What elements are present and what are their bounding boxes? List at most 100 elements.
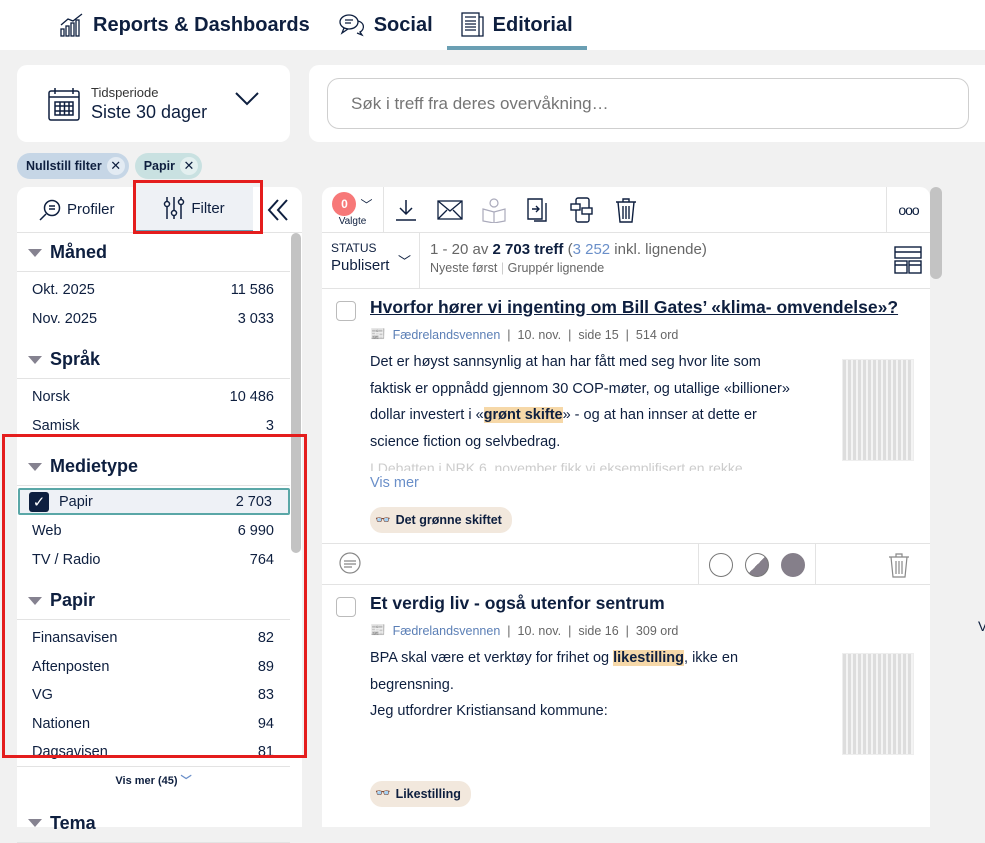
caret-down-icon bbox=[28, 355, 42, 364]
close-icon[interactable]: ✕ bbox=[106, 157, 125, 175]
article-source[interactable]: Fædrelandsvennen bbox=[393, 328, 501, 342]
section-medietype[interactable]: Medietype bbox=[17, 448, 290, 486]
reset-filter-chip[interactable]: Nullstill filter ✕ bbox=[17, 153, 129, 179]
reader-button[interactable] bbox=[472, 197, 516, 223]
sort-link[interactable]: Nyeste først bbox=[430, 261, 497, 275]
section-maned[interactable]: Måned bbox=[17, 234, 290, 272]
search-input[interactable] bbox=[327, 78, 969, 129]
row-count: 94 bbox=[257, 715, 274, 732]
active-filters: Nullstill filter ✕ Papir ✕ bbox=[17, 153, 202, 179]
filter-row[interactable]: Okt. 2025 11 586 bbox=[17, 276, 290, 305]
row-label: Nov. 2025 bbox=[32, 310, 98, 327]
comment-icon[interactable] bbox=[338, 552, 362, 576]
article-title[interactable]: Et verdig liv - også utenfor sentrum bbox=[370, 585, 930, 614]
filter-row[interactable]: Norsk 10 486 bbox=[17, 383, 290, 412]
close-icon[interactable]: ✕ bbox=[179, 157, 198, 175]
show-more-link[interactable]: Vis mer bbox=[370, 475, 930, 491]
filter-row-selected[interactable]: ✓ Papir 2 703 bbox=[18, 488, 290, 515]
row-count: 82 bbox=[257, 630, 274, 647]
filter-row[interactable]: Aftenposten 89 bbox=[17, 653, 290, 682]
filter-row[interactable]: Nationen 94 bbox=[17, 710, 290, 739]
article-thumbnail[interactable] bbox=[842, 359, 914, 461]
trash-icon[interactable] bbox=[888, 552, 910, 578]
tab-filter[interactable]: Filter bbox=[135, 186, 253, 233]
tab-social[interactable]: Social bbox=[324, 0, 447, 50]
share-mobile-button[interactable] bbox=[560, 196, 604, 223]
filter-row[interactable]: Finansavisen 82 bbox=[17, 624, 290, 653]
article-date: 10. nov. bbox=[517, 623, 562, 638]
sentiment-empty-icon[interactable] bbox=[709, 552, 733, 577]
delete-button[interactable] bbox=[604, 197, 648, 223]
mail-icon bbox=[437, 199, 463, 220]
filter-row[interactable]: Samisk 3 bbox=[17, 412, 290, 441]
caret-down-icon bbox=[28, 596, 42, 605]
tab-reports-dashboards[interactable]: Reports & Dashboards bbox=[45, 0, 324, 50]
sentiment-half-icon[interactable] bbox=[745, 552, 769, 577]
filter-chip-papir[interactable]: Papir ✕ bbox=[134, 153, 202, 179]
article-checkbox[interactable] bbox=[336, 301, 356, 321]
sidebar-scrollbar[interactable] bbox=[291, 233, 301, 553]
article-words: 514 ord bbox=[635, 327, 679, 342]
show-more-link[interactable]: Vis mer (45) ﹀ bbox=[17, 767, 290, 795]
article-excerpt: Det er høyst sannsynlig at han har fått … bbox=[370, 354, 790, 471]
newspaper-icon bbox=[460, 12, 484, 37]
filter-row[interactable]: Nov. 2025 3 033 bbox=[17, 305, 290, 334]
row-label: Norsk bbox=[32, 389, 70, 406]
filter-row[interactable]: Web 6 990 bbox=[17, 517, 290, 546]
chart-icon bbox=[60, 13, 83, 37]
row-count: 10 486 bbox=[229, 389, 274, 406]
section-title: Språk bbox=[50, 349, 101, 369]
article-words: 309 ord bbox=[635, 623, 679, 638]
tag-label: Det grønne skiftet bbox=[395, 513, 502, 527]
time-period-selector[interactable]: Tidsperiode Siste 30 dager bbox=[17, 65, 290, 142]
tab-profiler[interactable]: Profiler bbox=[17, 187, 135, 233]
tab-label: Reports & Dashboards bbox=[93, 13, 310, 36]
filter-row[interactable]: TV / Radio 764 bbox=[17, 546, 290, 575]
chip-label: Nullstill filter bbox=[26, 159, 102, 173]
article-excerpt: BPA skal være et verktøy for frihet og l… bbox=[370, 650, 739, 719]
row-label: Samisk bbox=[32, 417, 80, 434]
row-count: 11 586 bbox=[230, 282, 274, 299]
filter-row[interactable]: VG 83 bbox=[17, 681, 290, 710]
tag-label: Likestilling bbox=[395, 786, 461, 801]
article-title[interactable]: Hvorfor hører vi ingenting om Bill Gates… bbox=[370, 289, 930, 318]
checkbox-checked-icon[interactable]: ✓ bbox=[29, 491, 49, 512]
topic-tag[interactable]: 👓 Likestilling bbox=[370, 780, 471, 807]
collapse-sidebar-icon[interactable] bbox=[267, 198, 289, 222]
section-title: Tema bbox=[50, 812, 96, 833]
article-date: 10. nov. bbox=[517, 327, 562, 342]
sentiment-full-icon[interactable] bbox=[781, 552, 805, 577]
chat-bubbles-icon bbox=[339, 14, 364, 37]
topic-tag[interactable]: 👓 Det grønne skiftet bbox=[370, 507, 512, 533]
tab-editorial[interactable]: Editorial bbox=[446, 0, 587, 50]
row-count: 2 703 bbox=[235, 493, 272, 510]
selected-count-badge: 0 bbox=[332, 192, 357, 216]
selected-dropdown[interactable]: 0 ﹀ Valgte bbox=[322, 186, 384, 233]
email-button[interactable] bbox=[428, 199, 472, 220]
article-source[interactable]: Fædrelandsvennen bbox=[393, 624, 501, 638]
section-sprak[interactable]: Språk bbox=[17, 341, 290, 379]
tab-label: Editorial bbox=[492, 13, 573, 36]
result-count: 1 - 20 av 2 703 treff (3 252 inkl. ligne… bbox=[430, 241, 707, 258]
download-button[interactable] bbox=[384, 198, 428, 222]
tab-label: Social bbox=[373, 13, 433, 36]
layout-toggle-icon[interactable] bbox=[894, 246, 922, 274]
chip-label: Papir bbox=[143, 159, 175, 173]
export-button[interactable] bbox=[516, 197, 560, 223]
chevron-down-icon: ﹀ bbox=[397, 254, 411, 269]
group-similar-link[interactable]: Gruppér lignende bbox=[508, 261, 605, 275]
article-page: side 15 bbox=[578, 327, 619, 342]
filter-row[interactable]: Dagsavisen 81 bbox=[17, 738, 290, 767]
calendar-icon bbox=[48, 87, 80, 121]
status-dropdown[interactable]: STATUS Publisert ﹀ bbox=[322, 233, 420, 288]
show-more-label: Vis mer (45) bbox=[115, 774, 178, 787]
article-checkbox[interactable] bbox=[336, 597, 356, 617]
row-label: Finansavisen bbox=[32, 630, 118, 647]
row-label: Papir bbox=[59, 493, 93, 510]
more-options-button[interactable]: ooo bbox=[886, 186, 930, 233]
article-thumbnail[interactable] bbox=[842, 653, 914, 755]
section-tema[interactable]: Tema bbox=[17, 805, 290, 843]
results-scrollbar[interactable] bbox=[930, 187, 942, 279]
section-papir[interactable]: Papir bbox=[17, 582, 290, 620]
row-count: 89 bbox=[257, 658, 274, 675]
